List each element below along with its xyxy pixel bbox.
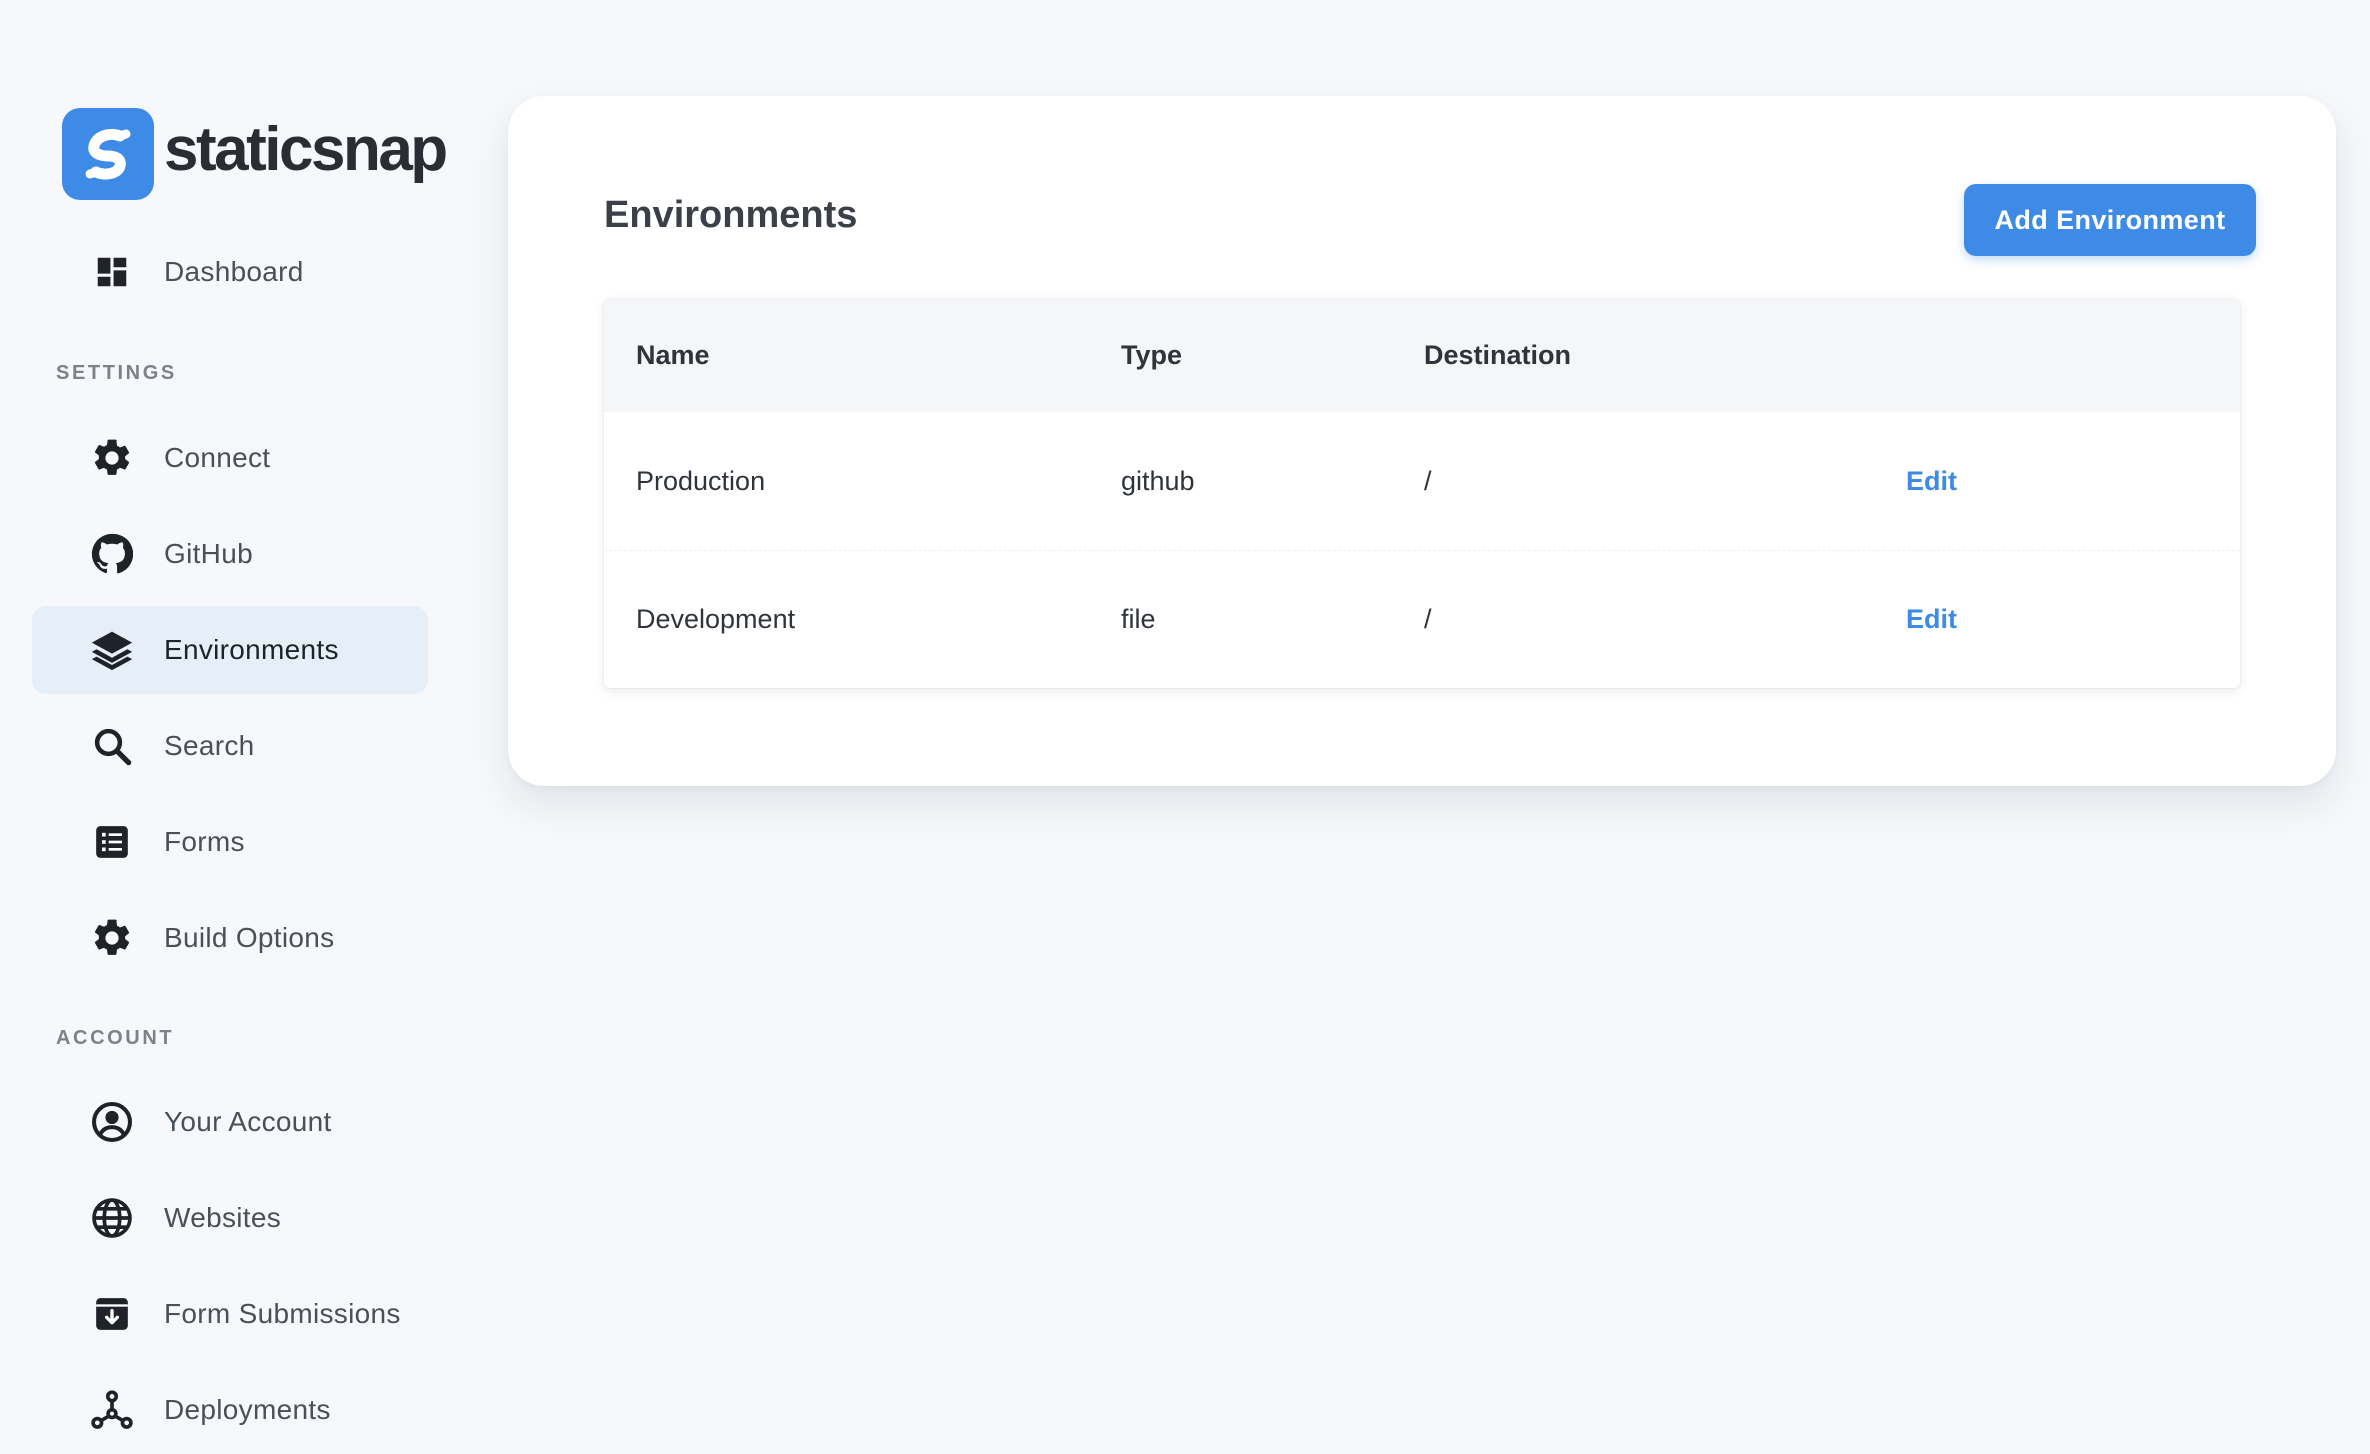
sidebar-item-form-submissions[interactable]: Form Submissions: [32, 1270, 428, 1358]
globe-icon: [88, 1194, 136, 1242]
brand-name: staticsnap: [164, 115, 448, 184]
column-header-type: Type: [1121, 340, 1183, 370]
inbox-download-icon: [88, 1290, 136, 1338]
dashboard-icon: [88, 248, 136, 296]
cell-type: github: [1121, 465, 1195, 496]
environments-table: Name Type Destination Production github …: [604, 299, 2240, 688]
sidebar-item-dashboard[interactable]: Dashboard: [32, 228, 428, 316]
sidebar-item-label: Form Submissions: [164, 1298, 401, 1329]
sidebar-item-build-options[interactable]: Build Options: [32, 894, 428, 982]
sidebar: staticsnap Dashboard SETTINGS Connect Gi…: [0, 0, 470, 1448]
column-header-name: Name: [636, 340, 710, 370]
brand-logo[interactable]: staticsnap: [62, 108, 448, 200]
sidebar-item-label: Build Options: [164, 922, 335, 953]
table-row: Production github / Edit: [604, 412, 2240, 550]
sidebar-item-label: GitHub: [164, 538, 253, 569]
cell-name: Development: [636, 604, 796, 634]
edit-link[interactable]: Edit: [1906, 466, 1957, 497]
sidebar-item-connect[interactable]: Connect: [32, 414, 428, 502]
sidebar-item-label: Deployments: [164, 1394, 331, 1425]
column-header-destination: Destination: [1424, 340, 1572, 370]
environments-card: Environments Add Environment Name Type D…: [508, 96, 2336, 786]
search-icon: [88, 722, 136, 770]
github-icon: [88, 530, 136, 578]
user-circle-icon: [88, 1098, 136, 1146]
section-title-settings: SETTINGS: [56, 362, 177, 384]
nodes-icon: [88, 1386, 136, 1434]
sidebar-item-label: Environments: [164, 634, 339, 665]
staticsnap-logo-icon: [62, 108, 154, 200]
layers-icon: [88, 626, 136, 674]
gear-icon: [88, 434, 136, 482]
sidebar-item-search[interactable]: Search: [32, 702, 428, 790]
add-environment-button[interactable]: Add Environment: [1964, 184, 2256, 256]
sidebar-item-label: Websites: [164, 1202, 282, 1233]
sidebar-item-websites[interactable]: Websites: [32, 1174, 428, 1262]
cell-type: file: [1121, 604, 1156, 634]
table-row: Development file / Edit: [604, 550, 2240, 688]
edit-link[interactable]: Edit: [1906, 604, 1957, 635]
section-title-account: ACCOUNT: [56, 1027, 175, 1049]
sidebar-item-your-account[interactable]: Your Account: [32, 1078, 428, 1166]
table-header: Name Type Destination: [604, 299, 2240, 412]
sidebar-item-label: Your Account: [164, 1106, 332, 1137]
cell-destination: /: [1424, 465, 1432, 496]
sidebar-item-environments[interactable]: Environments: [32, 606, 428, 694]
gear-icon: [88, 914, 136, 962]
sidebar-item-label: Search: [164, 730, 255, 761]
sidebar-item-label: Connect: [164, 442, 271, 473]
page-title: Environments: [604, 194, 858, 236]
sidebar-item-github[interactable]: GitHub: [32, 510, 428, 598]
sidebar-item-label: Forms: [164, 826, 245, 857]
cell-destination: /: [1424, 604, 1432, 634]
list-icon: [88, 818, 136, 866]
sidebar-item-forms[interactable]: Forms: [32, 798, 428, 886]
cell-name: Production: [636, 465, 766, 496]
sidebar-item-deployments[interactable]: Deployments: [32, 1366, 428, 1454]
sidebar-item-label: Dashboard: [164, 256, 304, 287]
